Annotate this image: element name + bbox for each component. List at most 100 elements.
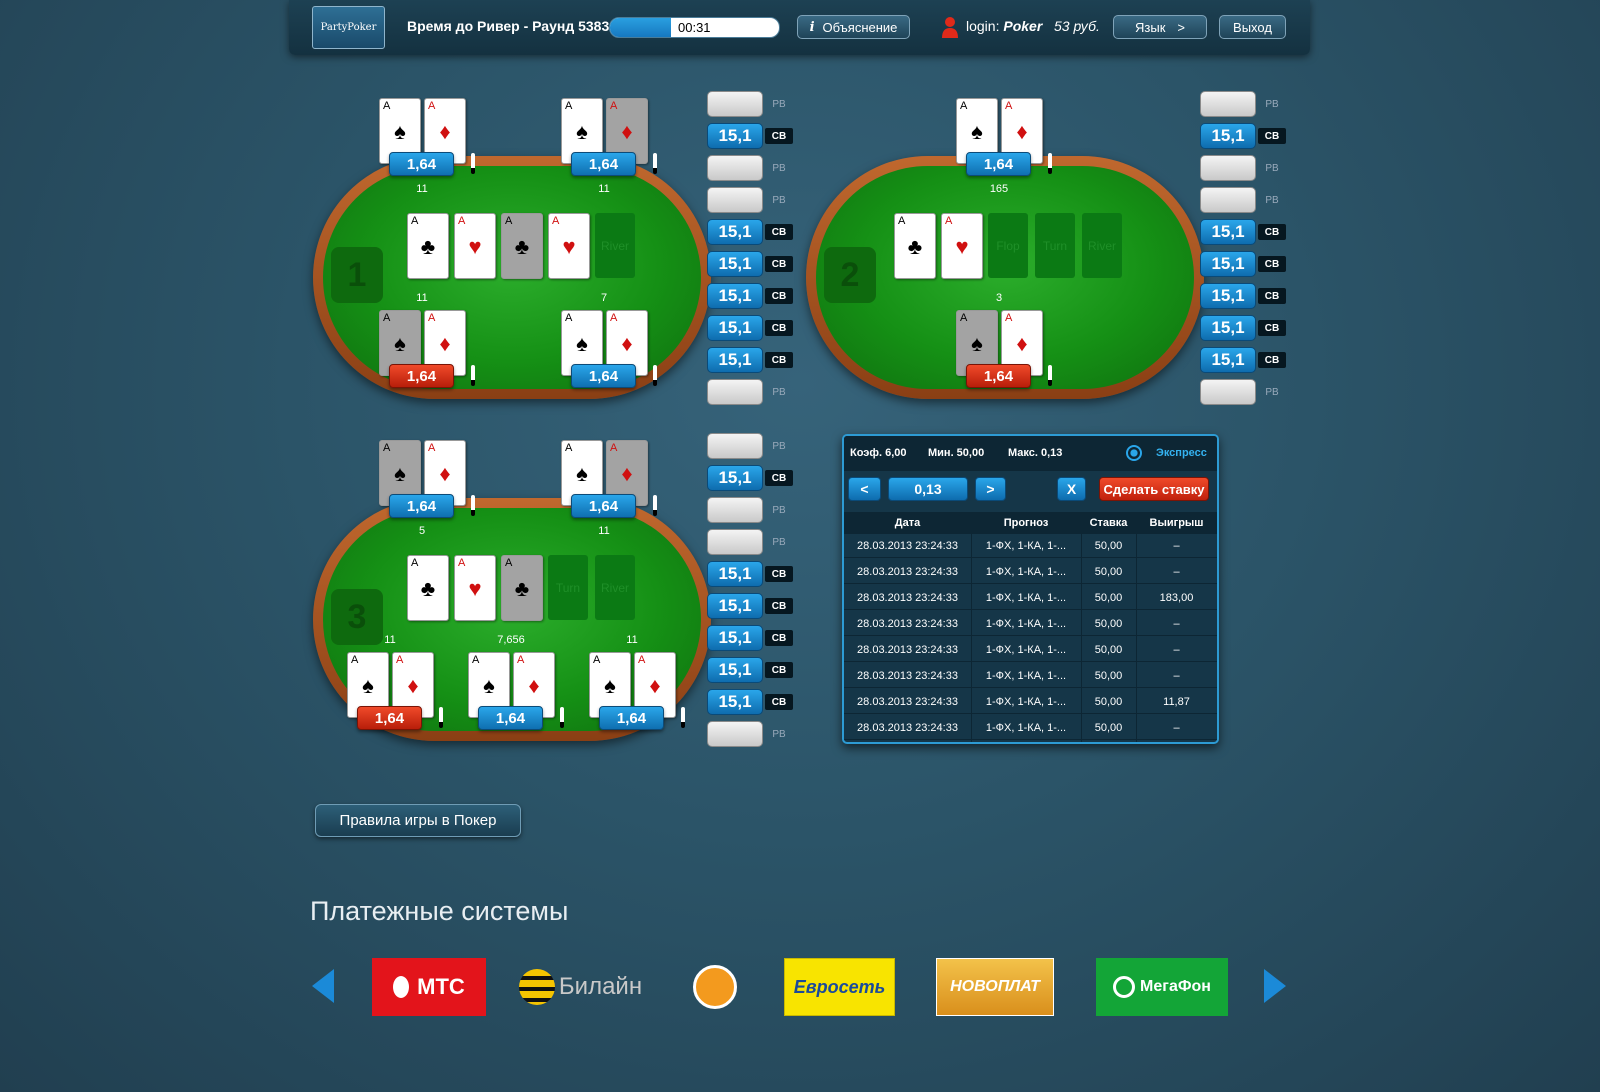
bet-empty-button[interactable]	[1200, 155, 1256, 181]
divider	[1136, 512, 1137, 742]
bet-odds-button[interactable]: 15,1	[1200, 283, 1256, 309]
bet-empty-button[interactable]	[1200, 187, 1256, 213]
history-cell: –	[1173, 566, 1180, 578]
bet-odds-button[interactable]: 15,1	[707, 219, 763, 245]
bet-odds-button[interactable]: 15,1	[1200, 219, 1256, 245]
bet-odds-button[interactable]: 15,1	[707, 347, 763, 373]
bet-option-row[interactable]: 15,1 СВ	[707, 561, 793, 587]
bet-empty-button[interactable]	[1200, 91, 1256, 117]
bet-option-row[interactable]: 15,1 СВ	[1200, 123, 1286, 149]
bet-empty-button[interactable]	[707, 91, 763, 117]
round-progress-bar: 00:31	[609, 17, 780, 38]
bet-option-row[interactable]: 15,1 СВ	[1200, 283, 1286, 309]
seat-odds-button[interactable]: 1,64	[966, 364, 1031, 388]
bet-option-row[interactable]: 15,1 СВ	[707, 593, 793, 619]
language-button[interactable]: Язык >	[1113, 15, 1207, 39]
bet-odds-button[interactable]: 15,1	[707, 283, 763, 309]
bet-empty-button[interactable]	[707, 529, 763, 555]
seat-odds-button[interactable]: 1,64	[571, 364, 636, 388]
bet-option-row[interactable]: 15,1 СВ	[707, 657, 793, 683]
bet-empty-button[interactable]	[707, 497, 763, 523]
bet-empty-button[interactable]	[707, 433, 763, 459]
bet-option-row[interactable]: 15,1 СВ	[1200, 315, 1286, 341]
express-radio[interactable]	[1126, 445, 1142, 461]
bet-odds-button[interactable]: 15,1	[707, 123, 763, 149]
history-cell: –	[1173, 618, 1180, 630]
mts-logo[interactable]: МТС	[372, 958, 486, 1016]
seat-count: 11	[384, 634, 396, 646]
seat-odds-button[interactable]: 1,64	[599, 706, 664, 730]
carousel-prev-icon[interactable]	[312, 969, 334, 1003]
bet-option-row[interactable]: 15,1 СВ	[707, 123, 793, 149]
bet-odds-button[interactable]: 15,1	[707, 465, 763, 491]
bet-option-row[interactable]: РВ	[707, 721, 793, 747]
bet-option-row[interactable]: РВ	[1200, 155, 1286, 181]
bet-amount-field[interactable]: 0,13	[888, 477, 968, 501]
bet-odds-button[interactable]: 15,1	[1200, 251, 1256, 277]
bet-odds-button[interactable]: 15,1	[707, 561, 763, 587]
bet-option-row[interactable]: РВ	[707, 433, 793, 459]
bet-option-row[interactable]: РВ	[707, 379, 793, 405]
history-cell: 50,00	[1094, 722, 1123, 734]
seat-odds-button[interactable]: 1,64	[478, 706, 543, 730]
bet-option-row[interactable]: 15,1 СВ	[707, 689, 793, 715]
clear-button[interactable]: X	[1057, 477, 1086, 501]
bet-empty-button[interactable]	[707, 187, 763, 213]
bet-option-row[interactable]: 15,1 СВ	[707, 465, 793, 491]
bet-option-row[interactable]: 15,1 СВ	[707, 219, 793, 245]
bet-odds-button[interactable]: 15,1	[707, 315, 763, 341]
bet-option-row[interactable]: РВ	[707, 155, 793, 181]
beeline-logo[interactable]: Билайн	[513, 958, 648, 1016]
carousel-next-icon[interactable]	[1264, 969, 1286, 1003]
explanation-button[interactable]: i Объяснение	[797, 15, 910, 39]
bet-option-row[interactable]: 15,1 СВ	[707, 251, 793, 277]
bet-option-row[interactable]: 15,1 СВ	[707, 283, 793, 309]
round-timer-label: Время до Ривер - Раунд 5383	[407, 18, 610, 34]
seat-odds-button[interactable]: 1,64	[966, 152, 1031, 176]
bet-empty-button[interactable]	[707, 155, 763, 181]
bet-empty-button[interactable]	[1200, 379, 1256, 405]
euroset-logo[interactable]: Евросеть	[784, 958, 895, 1016]
bet-odds-button[interactable]: 15,1	[1200, 123, 1256, 149]
bet-option-row[interactable]: 15,1 СВ	[1200, 347, 1286, 373]
bet-option-row[interactable]: 15,1 СВ	[1200, 251, 1286, 277]
increase-button[interactable]: >	[975, 477, 1006, 501]
login-info: login: Poker	[966, 18, 1042, 34]
decrease-button[interactable]: <	[848, 477, 881, 501]
cyberplat-logo[interactable]	[680, 958, 750, 1016]
bet-option-row[interactable]: 15,1 СВ	[1200, 219, 1286, 245]
bet-option-row[interactable]: РВ	[1200, 91, 1286, 117]
bet-odds-button[interactable]: 15,1	[707, 625, 763, 651]
novoplat-logo[interactable]: НОВОПЛАТ	[936, 958, 1054, 1016]
bet-odds-button[interactable]: 15,1	[707, 689, 763, 715]
exit-button[interactable]: Выход	[1219, 15, 1286, 39]
seat-odds-button[interactable]: 1,64	[389, 152, 454, 176]
bet-odds-button[interactable]: 15,1	[1200, 347, 1256, 373]
history-cell: 28.03.2013 23:24:33	[857, 566, 958, 578]
bet-option-row[interactable]: РВ	[1200, 187, 1286, 213]
bet-odds-button[interactable]: 15,1	[707, 593, 763, 619]
bet-odds-button[interactable]: 15,1	[707, 251, 763, 277]
megafon-logo[interactable]: МегаФон	[1096, 958, 1228, 1016]
poker-rules-button[interactable]: Правила игры в Покер	[315, 804, 521, 837]
bet-option-row[interactable]: РВ	[707, 497, 793, 523]
seat-odds-button[interactable]: 1,64	[357, 706, 422, 730]
bet-empty-button[interactable]	[707, 721, 763, 747]
bet-option-row[interactable]: РВ	[707, 91, 793, 117]
bet-option-row[interactable]: 15,1 СВ	[707, 625, 793, 651]
seat-odds-button[interactable]: 1,64	[389, 364, 454, 388]
bet-option-row[interactable]: 15,1 СВ	[707, 347, 793, 373]
seat-odds-button[interactable]: 1,64	[571, 494, 636, 518]
place-bet-button[interactable]: Сделать ставку	[1099, 477, 1209, 501]
bet-odds-button[interactable]: 15,1	[707, 657, 763, 683]
bet-odds-button[interactable]: 15,1	[1200, 315, 1256, 341]
seat-odds-button[interactable]: 1,64	[389, 494, 454, 518]
bet-option-row[interactable]: РВ	[1200, 379, 1286, 405]
seat-odds-button[interactable]: 1,64	[571, 152, 636, 176]
bet-option-row[interactable]: РВ	[707, 529, 793, 555]
bet-option-row[interactable]: 15,1 СВ	[707, 315, 793, 341]
bet-empty-button[interactable]	[707, 379, 763, 405]
bet-option-row[interactable]: РВ	[707, 187, 793, 213]
partypoker-logo[interactable]: PartyPoker	[312, 6, 385, 49]
card-rank: A	[505, 215, 513, 227]
